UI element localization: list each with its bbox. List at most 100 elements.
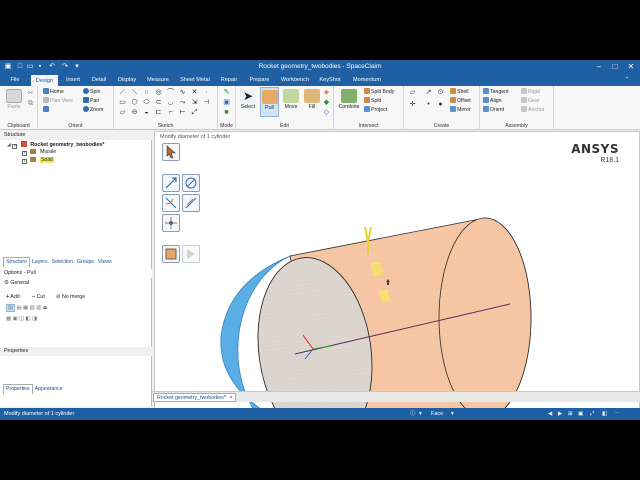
- rectangle-tool-icon[interactable]: ▭: [118, 98, 127, 107]
- tab-views[interactable]: Views: [96, 258, 114, 267]
- select-all-icon[interactable]: ⊞: [568, 408, 573, 420]
- move-button[interactable]: Move: [281, 89, 301, 110]
- tangent-line-icon[interactable]: ⟍: [130, 88, 139, 97]
- no-merge-option[interactable]: ⊘ No merge: [56, 294, 85, 301]
- sweep-arc-icon[interactable]: ◡: [166, 98, 175, 107]
- display-icon[interactable]: ◧: [602, 408, 607, 420]
- view-icon[interactable]: ▣: [578, 408, 583, 420]
- copy-icon[interactable]: ⧉: [26, 99, 35, 108]
- paste-button[interactable]: Paste: [5, 89, 23, 110]
- point-icon[interactable]: •: [424, 100, 433, 109]
- combine-button[interactable]: Combine: [337, 89, 361, 110]
- minimize-icon[interactable]: –: [592, 61, 606, 73]
- sphere-create-icon[interactable]: ●: [436, 100, 445, 109]
- spin-button[interactable]: Spin: [83, 88, 100, 96]
- mirror-button[interactable]: Mirror: [450, 106, 471, 114]
- view-cube-button[interactable]: [43, 106, 50, 114]
- line-tool-icon[interactable]: ⟋: [118, 88, 127, 97]
- pull-full-pull-icon[interactable]: ▧: [30, 305, 35, 311]
- scale-icon[interactable]: ⤢: [190, 108, 199, 117]
- general-section[interactable]: ⚙ General: [4, 280, 29, 287]
- 3d-mode-icon[interactable]: ■: [222, 108, 231, 117]
- extend-icon[interactable]: ⊢: [178, 108, 187, 117]
- tab-properties[interactable]: Properties: [3, 384, 33, 394]
- close-tab-icon[interactable]: ×: [229, 395, 232, 401]
- rigid-button[interactable]: Rigid: [521, 88, 540, 96]
- split-line-icon[interactable]: ⊣: [202, 98, 211, 107]
- menu-repair[interactable]: Repair: [217, 75, 241, 86]
- replace-icon[interactable]: ◆: [322, 98, 331, 107]
- filter-dropdown-icon[interactable]: ▾: [451, 408, 454, 420]
- tangent-button[interactable]: Tangent: [483, 88, 508, 96]
- cylinder-end-cap[interactable]: [438, 217, 532, 419]
- cylinder-create-icon[interactable]: ⊙: [436, 88, 445, 97]
- design-viewport[interactable]: Modify diameter of 1 cylinder ANSYS R18.…: [154, 131, 640, 420]
- menu-design[interactable]: Design: [31, 75, 58, 86]
- tab-selection[interactable]: Selection: [50, 258, 75, 267]
- menu-sheet-metal[interactable]: Sheet Metal: [177, 75, 213, 86]
- axis-icon[interactable]: ↗: [424, 88, 433, 97]
- home-button[interactable]: Home: [43, 88, 64, 96]
- tweak-face-icon[interactable]: ◇: [322, 108, 331, 117]
- status-options-icon[interactable]: ⋯: [614, 408, 620, 420]
- pull-both-sides-icon[interactable]: ▨: [6, 304, 16, 312]
- tab-layers[interactable]: Layers: [30, 258, 50, 267]
- visibility-checkbox[interactable]: ✓: [12, 144, 18, 149]
- blend-icon[interactable]: ◈: [322, 88, 331, 97]
- align-button[interactable]: Align: [483, 97, 502, 105]
- pull-up-to-icon[interactable]: ⏏: [43, 305, 48, 311]
- select-button[interactable]: ➤ Select: [238, 89, 258, 110]
- shell-button[interactable]: Shell: [450, 88, 469, 96]
- offset-curve-icon[interactable]: ⊂: [154, 98, 163, 107]
- offset-button[interactable]: Offset: [450, 97, 471, 105]
- menu-measure[interactable]: Measure: [144, 75, 172, 86]
- fill-button[interactable]: Fill: [303, 89, 321, 110]
- visibility-checkbox[interactable]: ✓: [22, 151, 27, 156]
- circle-tool-icon[interactable]: ○: [142, 88, 151, 97]
- pull-measure-icon[interactable]: ▥: [36, 305, 41, 311]
- pan-button[interactable]: Pan: [83, 97, 99, 105]
- pull-ruled-icon[interactable]: ▦: [23, 305, 28, 311]
- arc-tool-icon[interactable]: ⌒: [166, 88, 175, 97]
- previous-selection-icon[interactable]: ◀: [548, 408, 552, 420]
- add-option[interactable]: + Add: [6, 294, 20, 301]
- info-icon[interactable]: ⓘ: [410, 408, 416, 420]
- corner-icon[interactable]: ⌐: [166, 108, 175, 117]
- ribbon-collapse-icon[interactable]: ⌃: [620, 75, 634, 86]
- menu-file[interactable]: File: [4, 75, 26, 86]
- collapse-icon[interactable]: ◢: [7, 142, 11, 148]
- split-body-button[interactable]: Split Body: [364, 88, 394, 96]
- pull-option-b-icon[interactable]: ▣: [13, 316, 18, 322]
- point-tool-icon[interactable]: ·: [202, 88, 211, 97]
- split-button[interactable]: Split: [364, 97, 381, 105]
- tab-groups[interactable]: Groups: [75, 258, 96, 267]
- bend-tool-icon[interactable]: ⤳: [178, 98, 187, 107]
- sketch-mode-icon[interactable]: ✎: [222, 88, 231, 97]
- pull-option-a-icon[interactable]: ▩: [6, 316, 11, 322]
- tab-appearance[interactable]: Appearance: [33, 385, 65, 394]
- origin-icon[interactable]: ✛: [408, 100, 417, 109]
- ellipse-arc-icon[interactable]: ◒: [142, 108, 151, 117]
- pull-option-d-icon[interactable]: ◧: [26, 316, 31, 322]
- rect-3pt-icon[interactable]: ▱: [118, 108, 127, 117]
- tree-root[interactable]: ◢ ✓ Rocket geometry_twobodies*: [7, 141, 105, 149]
- plan-view-button[interactable]: Plan View: [43, 97, 73, 105]
- trim-tool-icon[interactable]: ✕: [190, 88, 199, 97]
- visibility-checkbox[interactable]: ✓: [22, 159, 27, 164]
- circle-3pt-icon[interactable]: ◎: [154, 88, 163, 97]
- plane-icon[interactable]: ▱: [408, 88, 417, 97]
- document-tab[interactable]: Rocket geometry_twobodies* ×: [153, 393, 237, 402]
- pull-button[interactable]: Pull: [260, 87, 279, 117]
- menu-insert[interactable]: Insert: [61, 75, 85, 86]
- gear-button[interactable]: Gear: [521, 97, 540, 105]
- slot-tool-icon[interactable]: ⊖: [130, 108, 139, 117]
- orient-button[interactable]: Orient: [483, 106, 504, 114]
- pull-option-e-icon[interactable]: ◨: [32, 316, 37, 322]
- polygon-tool-icon[interactable]: ⬡: [130, 98, 139, 107]
- tree-item-missile[interactable]: ✓ Missile: [22, 149, 56, 156]
- tree-item-solid[interactable]: ✓ Solid: [22, 157, 54, 164]
- project-curve-icon[interactable]: ⇲: [190, 98, 199, 107]
- section-mode-icon[interactable]: ▣: [222, 98, 231, 107]
- zoom-button[interactable]: Zoom: [83, 106, 103, 114]
- selection-filter[interactable]: Face: [431, 408, 443, 420]
